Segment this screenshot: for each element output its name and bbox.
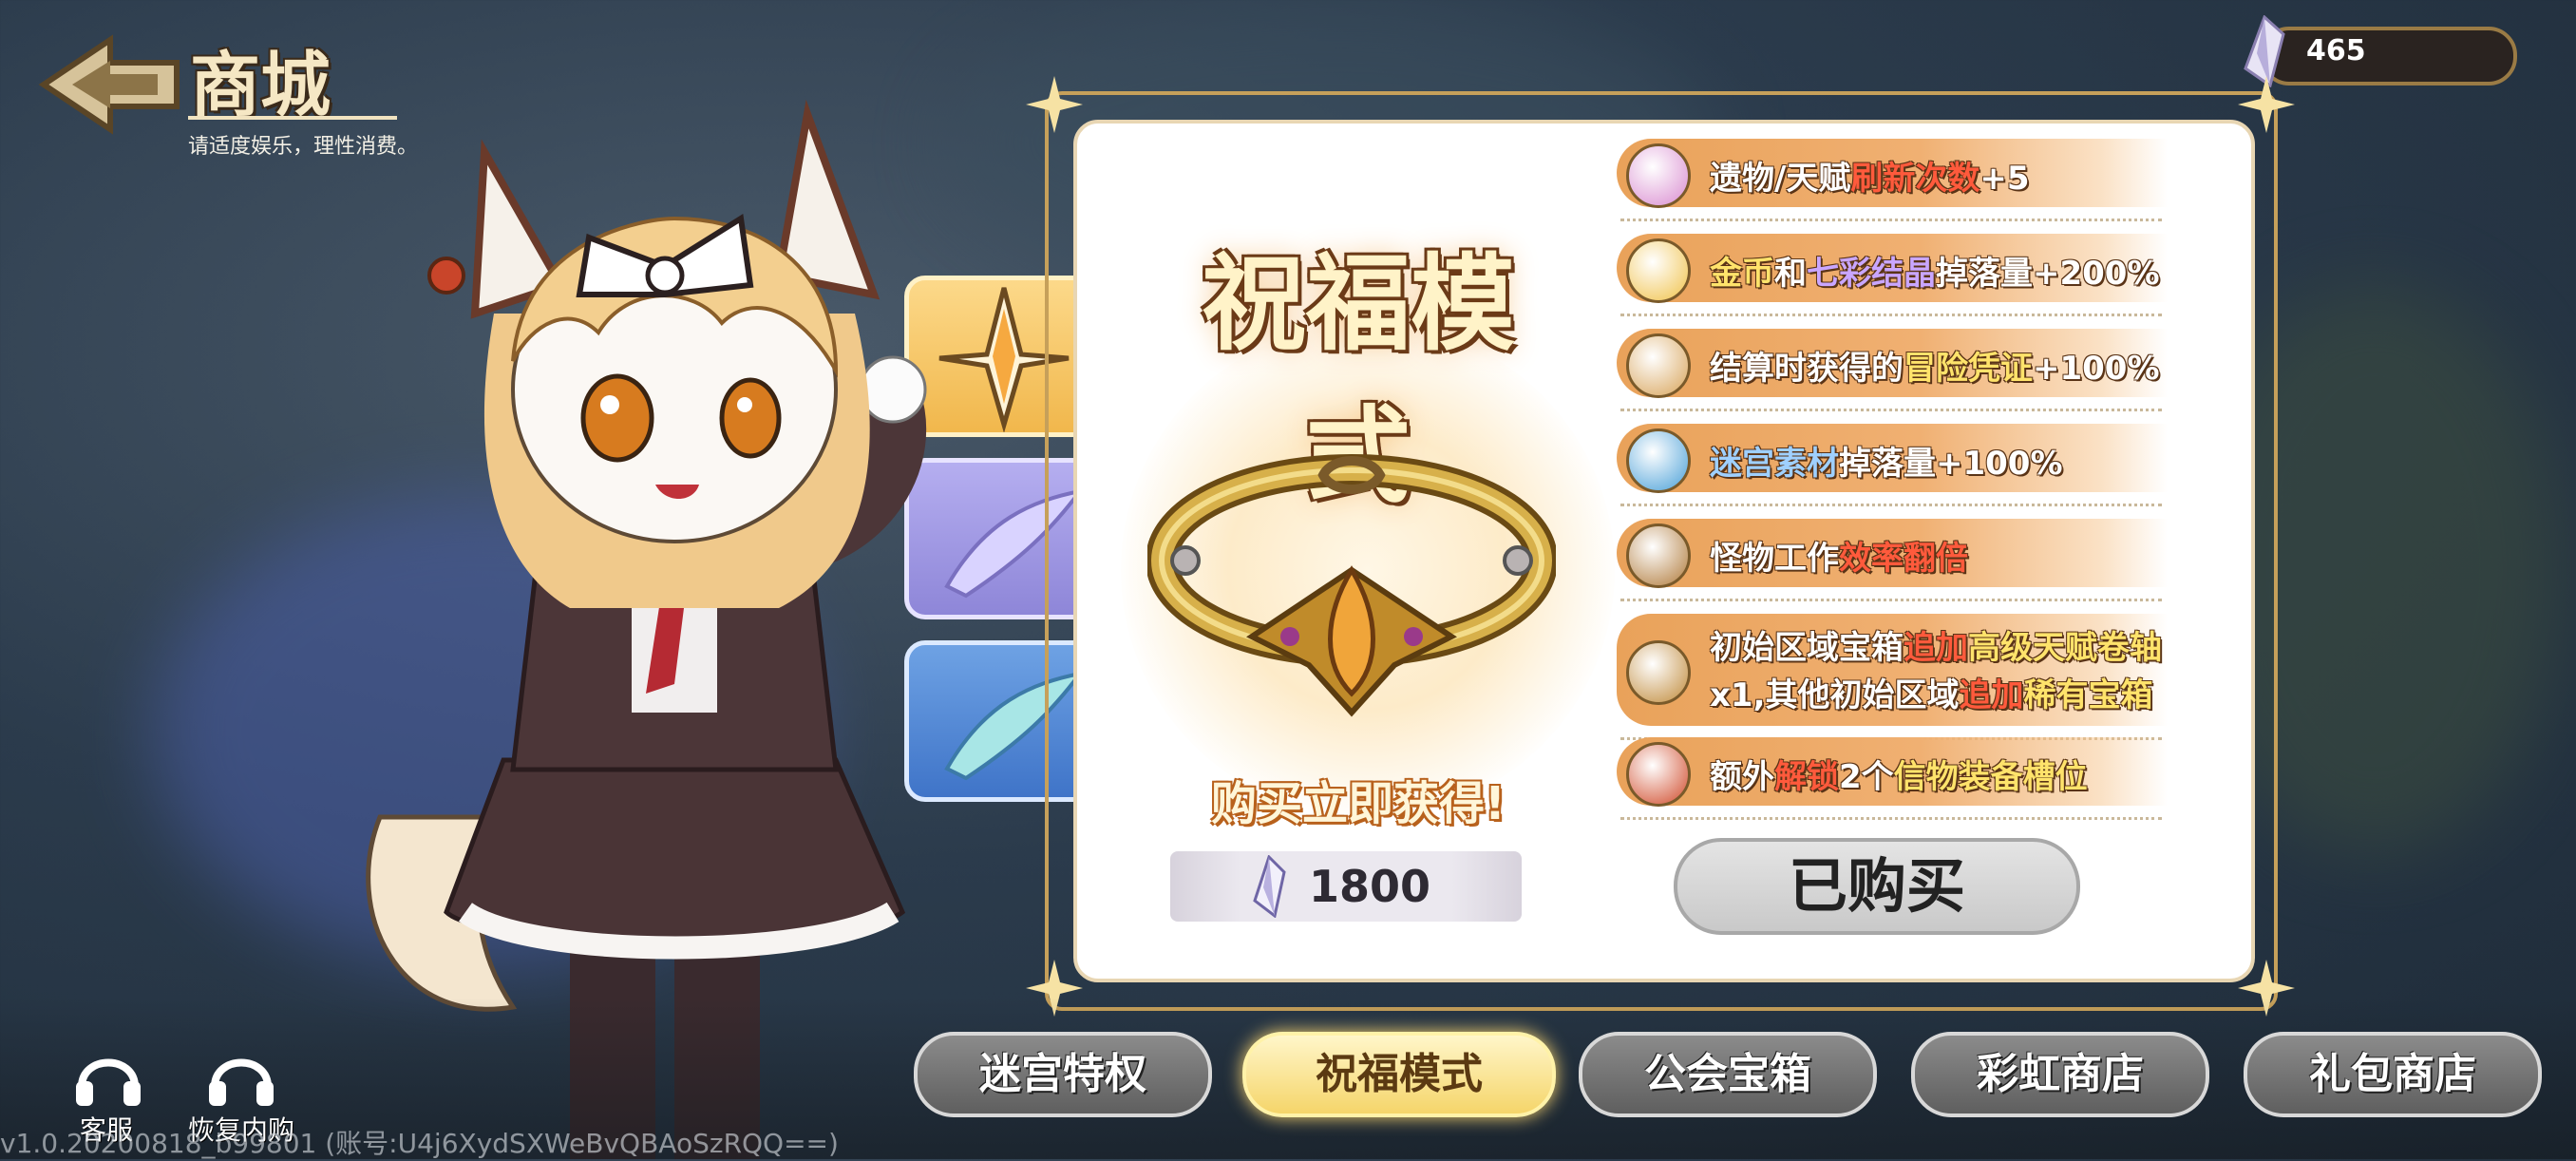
coin-crystal-icon [1626,238,1691,303]
headset-icon[interactable] [207,1045,275,1108]
clock-icon [1626,523,1691,588]
benefit-text: 遗物/天赋刷新次数+5 [1710,152,2030,199]
lollipop-icon [1626,143,1691,208]
corner-sparkle-icon [1026,76,1083,133]
material-icon [1626,428,1691,493]
currency-display [2261,27,2517,86]
chest-icon [1626,640,1691,705]
version-text: v1.0.20200818_b99801 (账号:U4j6XydSXWeBvQB… [0,1128,839,1159]
tab-blessing-mode[interactable]: 祝福模式 [1242,1032,1556,1117]
corner-sparkle-icon [2238,76,2295,133]
benefit-divider [1620,504,2162,506]
badge-icon [1626,742,1691,807]
tab-guild-chest[interactable]: 公会宝箱 [1579,1032,1877,1117]
price-amount: 1800 [1309,861,1431,912]
benefit-text-part: +100% [2033,350,2160,388]
benefit-text: 额外解锁2个信物装备槽位 [1710,751,2088,797]
benefit-text-part: 刷新次数 [1850,160,1980,198]
benefit-text-part: 七彩结晶 [1807,255,1936,293]
benefit-text: 怪物工作效率翻倍 [1710,532,1968,579]
benefit-text-part: 结算时获得的 [1710,350,1904,388]
benefit-divider [1620,314,2162,316]
benefit-text: 结算时获得的冒险凭证+100% [1710,342,2160,389]
benefit-text-part: 遗物/天赋 [1710,160,1851,198]
benefit-text-part: 追加 [1959,676,2024,714]
benefit-text-part: +5 [1979,160,2030,198]
benefit-divider [1620,599,2162,601]
benefit-text-part: 金币 [1710,255,1774,293]
back-arrow-icon[interactable] [34,32,186,137]
benefit-divider [1620,219,2162,221]
tab-maze-privilege[interactable]: 迷宫特权 [914,1032,1212,1117]
benefit-text: 金币和七彩结晶掉落量+200% [1710,247,2160,294]
character-illustration [366,99,927,1159]
benefit-text-part: 效率翻倍 [1839,540,1968,578]
benefit-text-part: 掉落量+200% [1936,255,2160,293]
benefit-text: 迷宫素材掉落量+100% [1710,437,2063,484]
headset-icon[interactable] [74,1045,142,1108]
benefit-text-part: 追加 [1904,629,1968,667]
tab-gift-pack-shop[interactable]: 礼包商店 [2244,1032,2542,1117]
tiara-icon [1147,454,1556,717]
benefit-text-part: 掉落量+100% [1839,445,2063,483]
benefit-text-part: 信物装备槽位 [1893,758,2088,796]
scroll-icon [1626,333,1691,398]
benefit-text-part: x1,其他初始区域 [1710,676,1960,714]
benefit-text-part: 冒险凭证 [1904,350,2033,388]
benefit-text-part: 解锁 [1774,758,1839,796]
buy-prompt: 购买立即获得! [1211,777,1506,830]
benefit-text-part: 2个 [1839,758,1894,796]
tab-rainbow-shop[interactable]: 彩虹商店 [1911,1032,2209,1117]
benefit-text: 初始区域宝箱追加高级天赋卷轴 [1710,621,2162,668]
benefit-text-part: 稀有宝箱 [2023,676,2153,714]
benefit-text-part: 高级天赋卷轴 [1968,629,2162,667]
page-title: 商城 [190,45,331,126]
benefit-text-part: 怪物工作 [1710,540,1839,578]
currency-amount: 465 [2306,34,2366,67]
benefit-text-part: 初始区域宝箱 [1710,629,1904,667]
crystal-icon [1253,855,1286,918]
benefit-text-part: 额外 [1710,758,1774,796]
benefit-divider [1620,409,2162,411]
benefit-text-part: 和 [1774,255,1807,293]
benefit-text: x1,其他初始区域追加稀有宝箱 [1710,669,2153,715]
benefit-divider [1620,817,2162,820]
benefit-text-part: 迷宫素材 [1710,445,1839,483]
purchased-button[interactable]: 已购买 [1674,838,2080,935]
